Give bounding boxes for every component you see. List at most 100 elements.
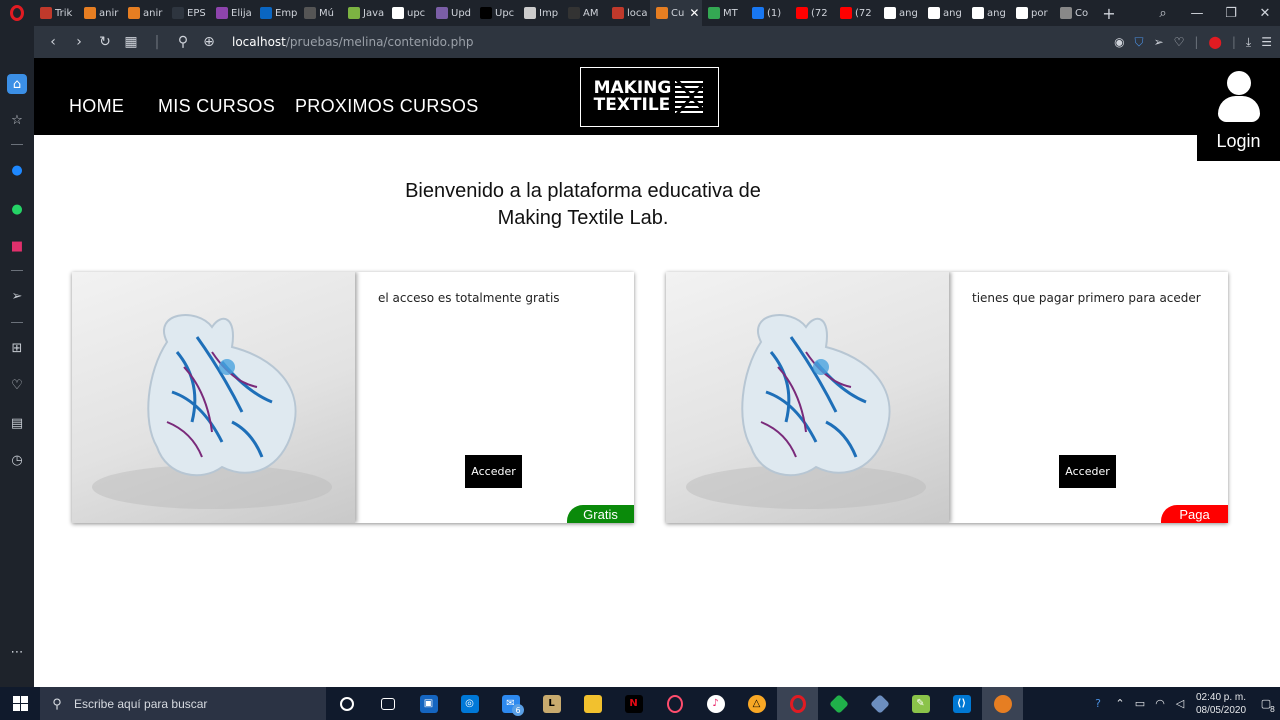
minimize-icon[interactable]: — bbox=[1180, 6, 1214, 21]
p-app-icon[interactable] bbox=[818, 687, 859, 720]
browser-tab[interactable]: MT bbox=[702, 0, 746, 26]
tab-favicon bbox=[172, 7, 184, 19]
browser-tab[interactable]: ang bbox=[966, 0, 1010, 26]
browser-tab[interactable]: anir bbox=[78, 0, 122, 26]
youtube-icon bbox=[796, 7, 808, 19]
clock[interactable]: 02:40 p. m. 08/05/2020 bbox=[1190, 691, 1252, 717]
vscode-icon[interactable]: ⟨⟩ bbox=[941, 687, 982, 720]
more-icon[interactable]: ⋯ bbox=[7, 642, 27, 662]
browser-tab[interactable]: Cu ✕ bbox=[650, 0, 702, 26]
key-icon[interactable]: ⚲ bbox=[170, 34, 196, 50]
site-logo[interactable]: MAKING TEXTILE bbox=[580, 67, 719, 127]
nav-home[interactable]: HOME bbox=[69, 96, 124, 117]
system-tray: ? ⌃ ▭ ◠ ◁ 02:40 p. m. 08/05/2020 ▢ 8 bbox=[1086, 687, 1280, 720]
browser-tab[interactable]: Elija bbox=[210, 0, 254, 26]
browser-tab[interactable]: Emp bbox=[254, 0, 298, 26]
browser-tab[interactable]: upc bbox=[386, 0, 430, 26]
instagram-icon[interactable]: ■ bbox=[7, 236, 27, 256]
chevron-up-icon[interactable]: ⌃ bbox=[1110, 697, 1130, 710]
netflix-icon[interactable]: N bbox=[613, 687, 654, 720]
browser-tab[interactable]: Mú bbox=[298, 0, 342, 26]
browser-tab[interactable]: Upd bbox=[430, 0, 474, 26]
browser-tab[interactable]: loca bbox=[606, 0, 650, 26]
adblock-icon[interactable]: ⬤ bbox=[1208, 35, 1221, 49]
close-window-icon[interactable]: ✕ bbox=[1248, 6, 1280, 21]
heart-icon[interactable]: ♡ bbox=[1174, 35, 1185, 49]
history-icon[interactable]: ◷ bbox=[7, 450, 27, 470]
bookmarks-icon[interactable]: ♡ bbox=[7, 375, 27, 395]
circle-icon bbox=[216, 7, 228, 19]
notepad-icon[interactable]: ✎ bbox=[900, 687, 941, 720]
browser-tab[interactable]: Java bbox=[342, 0, 386, 26]
start-button[interactable] bbox=[0, 687, 40, 720]
git-icon[interactable] bbox=[859, 687, 900, 720]
chrome-like-icon[interactable] bbox=[982, 687, 1023, 720]
workspaces-icon[interactable]: ⊞ bbox=[7, 338, 27, 358]
close-tab-icon[interactable]: ✕ bbox=[689, 6, 699, 20]
forward-icon[interactable]: › bbox=[66, 34, 92, 50]
browser-tab[interactable]: (72 bbox=[790, 0, 834, 26]
whatsapp-icon[interactable]: ● bbox=[7, 199, 27, 219]
opera-gx-icon[interactable] bbox=[654, 687, 695, 720]
download-icon[interactable]: ⤓ bbox=[1246, 35, 1251, 50]
browser-tab[interactable]: Co bbox=[1054, 0, 1098, 26]
volume-icon[interactable]: ◁ bbox=[1170, 697, 1190, 710]
browser-tab[interactable]: Upc bbox=[474, 0, 518, 26]
send-icon[interactable]: ➢ bbox=[1154, 35, 1164, 49]
browser-tab[interactable]: Imp bbox=[518, 0, 562, 26]
cu-icon bbox=[656, 7, 668, 19]
search-icon: ⚲ bbox=[52, 695, 62, 711]
cortana-icon[interactable] bbox=[326, 687, 367, 720]
acceder-button[interactable]: Acceder bbox=[1059, 455, 1116, 488]
reload-icon[interactable]: ↻ bbox=[92, 34, 118, 50]
wifi-icon[interactable]: ◠ bbox=[1150, 697, 1170, 710]
autodesk-icon[interactable]: △ bbox=[736, 687, 777, 720]
store-icon[interactable]: ▣ bbox=[408, 687, 449, 720]
nav-mis-cursos[interactable]: MIS CURSOS bbox=[158, 96, 275, 117]
login-button[interactable]: Login bbox=[1197, 58, 1280, 161]
camera-app-icon[interactable]: ◎ bbox=[449, 687, 490, 720]
acceder-button[interactable]: Acceder bbox=[465, 455, 522, 488]
snapshot-icon[interactable]: ◉ bbox=[1114, 35, 1124, 49]
mail-icon[interactable]: ✉ 6 bbox=[490, 687, 531, 720]
browser-tab[interactable]: AM bbox=[562, 0, 606, 26]
tab-label: Cu bbox=[671, 7, 685, 19]
league-icon[interactable]: L bbox=[531, 687, 572, 720]
restore-icon[interactable]: ❐ bbox=[1214, 6, 1248, 21]
task-view-icon[interactable] bbox=[367, 687, 408, 720]
help-icon[interactable]: ? bbox=[1086, 697, 1110, 710]
messenger-icon[interactable]: ● bbox=[7, 160, 27, 180]
tab-grid-icon[interactable]: ▦ bbox=[118, 34, 144, 50]
url-field[interactable]: localhost/pruebas/melina/contenido.php bbox=[232, 35, 473, 49]
news-icon[interactable]: ▤ bbox=[7, 413, 27, 433]
opera-logo-icon[interactable] bbox=[0, 0, 34, 26]
search-tabs-icon[interactable]: ⌕ bbox=[1146, 6, 1180, 21]
file-explorer-icon[interactable] bbox=[572, 687, 613, 720]
back-icon[interactable]: ‹ bbox=[40, 34, 66, 50]
easy-setup-icon[interactable]: ☰ bbox=[1261, 35, 1272, 49]
itunes-icon[interactable]: ♪ bbox=[695, 687, 736, 720]
notifications-icon[interactable]: ▢ 8 bbox=[1252, 697, 1280, 714]
shield-icon[interactable]: ⛉ bbox=[1135, 35, 1144, 50]
browser-tab[interactable]: EPS bbox=[166, 0, 210, 26]
browser-tab[interactable]: Trik bbox=[34, 0, 78, 26]
battery-icon[interactable]: ▭ bbox=[1130, 697, 1150, 710]
globe-icon[interactable]: ⊕ bbox=[196, 34, 222, 50]
browser-tab[interactable]: (1) bbox=[746, 0, 790, 26]
taskbar-search[interactable]: ⚲ Escribe aquí para buscar bbox=[40, 687, 326, 720]
tab-label: upc bbox=[407, 7, 426, 19]
speed-dial-icon[interactable]: ☆ bbox=[7, 110, 27, 130]
tab-label: por bbox=[1031, 7, 1048, 19]
browser-tab[interactable]: (72 bbox=[834, 0, 878, 26]
browser-tab[interactable]: ang bbox=[878, 0, 922, 26]
nav-proximos-cursos[interactable]: PROXIMOS CURSOS bbox=[295, 96, 479, 117]
browser-tab[interactable]: anir bbox=[122, 0, 166, 26]
browser-tab[interactable]: por bbox=[1010, 0, 1054, 26]
tab-label: Java bbox=[363, 7, 385, 19]
browser-tab-bar: Trik anir anir EPS Elija Emp Mú Java upc Upd Upc Im… bbox=[0, 0, 1280, 26]
browser-tab[interactable]: ang bbox=[922, 0, 966, 26]
send-flow-icon[interactable]: ➢ bbox=[7, 286, 27, 306]
home-icon[interactable]: ⌂ bbox=[7, 74, 27, 94]
opera-taskbar-icon[interactable] bbox=[777, 687, 818, 720]
new-tab-icon[interactable]: + bbox=[1098, 4, 1120, 23]
